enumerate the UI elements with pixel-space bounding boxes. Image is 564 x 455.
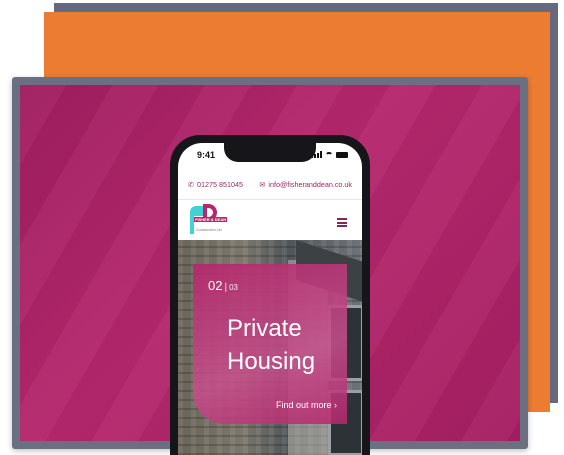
logo-f-mark — [190, 206, 204, 216]
envelope-icon: ✉ — [259, 179, 266, 189]
hamburger-icon[interactable] — [337, 218, 347, 229]
phone-link[interactable]: ✆ 01275 851045 — [188, 180, 243, 189]
slide-separator: | — [224, 282, 228, 293]
slide-counter: 02 | 03 — [208, 278, 238, 293]
slide-card: 02 | 03 Private Housing Find out more › — [193, 264, 347, 424]
logo-name: FISHER & DEAN — [194, 217, 228, 222]
slide-title-line1: Private — [227, 315, 302, 342]
email-link[interactable]: ✉ info@fisheranddean.co.uk — [259, 180, 352, 189]
phone-number: 01275 851045 — [197, 179, 243, 189]
phone-notch — [224, 143, 316, 162]
email-address: info@fisheranddean.co.uk — [268, 179, 352, 189]
slide-title: Private Housing — [227, 312, 315, 378]
slide-current: 02 — [208, 278, 223, 293]
phone-icon: ✆ — [188, 179, 195, 189]
battery-icon — [336, 151, 348, 158]
slide-total: 03 — [229, 283, 238, 292]
header-divider — [178, 199, 362, 200]
wifi-icon — [325, 151, 333, 158]
find-out-more-link[interactable]: Find out more › — [276, 400, 337, 410]
company-logo[interactable]: FISHER & DEAN Construction Ltd — [190, 204, 232, 236]
logo-subtitle: Construction Ltd — [196, 228, 222, 232]
contact-bar: ✆ 01275 851045 ✉ info@fisheranddean.co.u… — [178, 169, 362, 199]
slide-title-line2: Housing — [227, 348, 316, 375]
status-icons — [311, 151, 348, 158]
status-time: 9:41 — [197, 150, 216, 160]
